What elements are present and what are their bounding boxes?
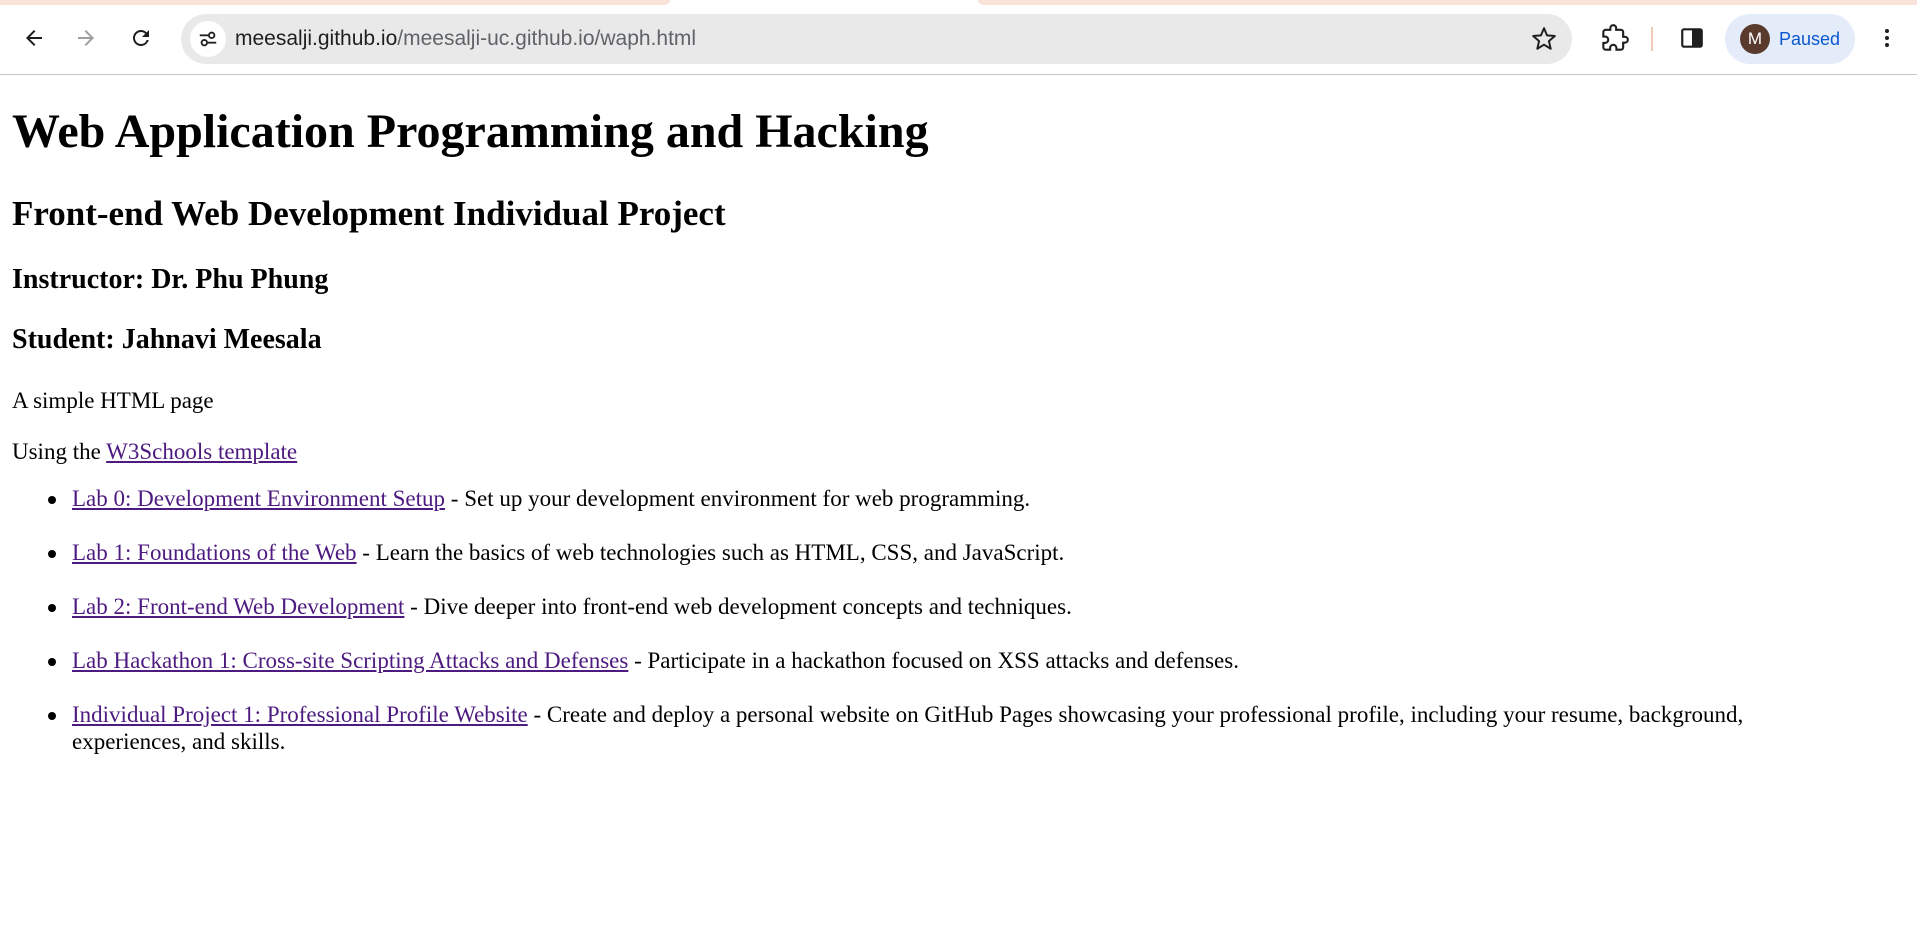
profile-button[interactable]: M Paused — [1725, 14, 1855, 64]
profile-status: Paused — [1779, 29, 1841, 49]
lab-text: Individual Project 1: Professional Profi… — [72, 701, 1852, 755]
template-prefix: Using the — [12, 439, 107, 464]
toolbar-divider — [1651, 27, 1653, 51]
site-info-button[interactable] — [190, 21, 226, 57]
extensions-icon — [1602, 24, 1629, 51]
lab-1-link[interactable]: Lab 1: Foundations of the Web — [72, 540, 357, 565]
more-vert-icon — [1885, 29, 1889, 47]
bookmark-button[interactable] — [1530, 25, 1558, 53]
individual-project-1-link[interactable]: Individual Project 1: Professional Profi… — [72, 702, 528, 727]
back-arrow-icon — [26, 30, 42, 46]
lab-description: - Learn the basics of web technologies s… — [356, 540, 1065, 565]
forward-arrow-icon — [78, 30, 94, 46]
url-path: /meesalji-uc.github.io/waph.html — [397, 27, 697, 50]
lab-description: - Participate in a hackathon focused on … — [628, 648, 1239, 673]
lab-text: Lab 1: Foundations of the Web - Learn th… — [72, 539, 1852, 566]
side-panel-icon — [1681, 28, 1703, 48]
bullet — [48, 712, 56, 720]
student-heading: Student: Jahnavi Meesala — [12, 324, 322, 355]
url-host: meesalji.github.io — [235, 27, 398, 50]
w3schools-template-link[interactable]: W3Schools template — [106, 439, 297, 464]
avatar: M — [1740, 24, 1770, 54]
lab-2-link[interactable]: Lab 2: Front-end Web Development — [72, 594, 404, 619]
lab-text: Lab 0: Development Environment Setup - S… — [72, 485, 1852, 512]
lab-description: - Dive deeper into front-end web develop… — [404, 594, 1072, 619]
lab-text: Lab Hackathon 1: Cross-site Scripting At… — [72, 647, 1852, 674]
extensions-button[interactable] — [1595, 18, 1635, 58]
lab-hackathon-1-link[interactable]: Lab Hackathon 1: Cross-site Scripting At… — [72, 648, 628, 673]
url-text[interactable]: meesalji.github.io/meesalji-uc.github.io… — [235, 14, 696, 64]
intro-paragraph: A simple HTML page — [12, 388, 214, 413]
lab-text: Lab 2: Front-end Web Development - Dive … — [72, 593, 1852, 620]
side-panel-button[interactable] — [1672, 18, 1712, 58]
star-icon — [1532, 27, 1556, 50]
page-subtitle: Front-end Web Development Individual Pro… — [12, 194, 726, 233]
reload-button[interactable] — [121, 18, 161, 58]
browser-menu-button[interactable] — [1869, 18, 1905, 58]
browser-toolbar: meesalji.github.io/meesalji-uc.github.io… — [0, 5, 1917, 75]
template-paragraph: Using the W3Schools template — [12, 438, 297, 466]
site-info-icon — [199, 31, 217, 47]
bullet — [48, 658, 56, 666]
lab-description: - Set up your development environment fo… — [445, 486, 1031, 511]
back-button[interactable] — [14, 18, 54, 58]
instructor-heading: Instructor: Dr. Phu Phung — [12, 264, 329, 295]
page-title: Web Application Programming and Hacking — [12, 105, 929, 158]
address-bar[interactable]: meesalji.github.io/meesalji-uc.github.io… — [181, 14, 1572, 64]
bullet — [48, 496, 56, 504]
bullet — [48, 550, 56, 558]
bullet — [48, 604, 56, 612]
reload-icon — [133, 30, 149, 46]
lab-0-link[interactable]: Lab 0: Development Environment Setup — [72, 486, 445, 511]
forward-button[interactable] — [66, 18, 106, 58]
